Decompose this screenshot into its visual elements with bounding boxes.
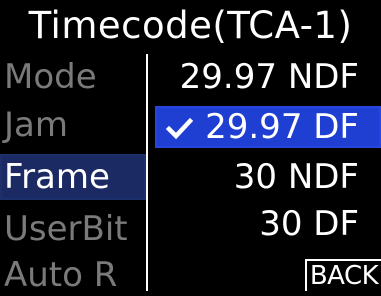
option-label: 29.97 DF bbox=[205, 107, 359, 147]
option-30-df[interactable]: 30 DF bbox=[155, 203, 381, 245]
option-29-97-ndf[interactable]: 29.97 NDF bbox=[155, 56, 381, 98]
option-label: 29.97 NDF bbox=[179, 57, 359, 97]
option-label: 30 DF bbox=[259, 204, 359, 244]
menu-item-jam[interactable]: Jam bbox=[2, 104, 145, 146]
option-label: 30 NDF bbox=[233, 157, 359, 197]
back-button[interactable]: BACK bbox=[305, 259, 381, 291]
checkmark-icon bbox=[165, 117, 194, 140]
column-divider bbox=[146, 54, 148, 291]
menu-item-auto-rec[interactable]: Auto R bbox=[2, 254, 145, 296]
screen-title: Timecode(TCA-1) bbox=[28, 3, 353, 47]
option-29-97-df[interactable]: 29.97 DF bbox=[155, 106, 381, 148]
menu-item-userbit[interactable]: UserBit bbox=[2, 208, 145, 250]
menu-item-frame[interactable]: Frame bbox=[0, 154, 146, 200]
option-30-ndf[interactable]: 30 NDF bbox=[155, 156, 381, 198]
menu-item-mode[interactable]: Mode bbox=[2, 56, 145, 98]
